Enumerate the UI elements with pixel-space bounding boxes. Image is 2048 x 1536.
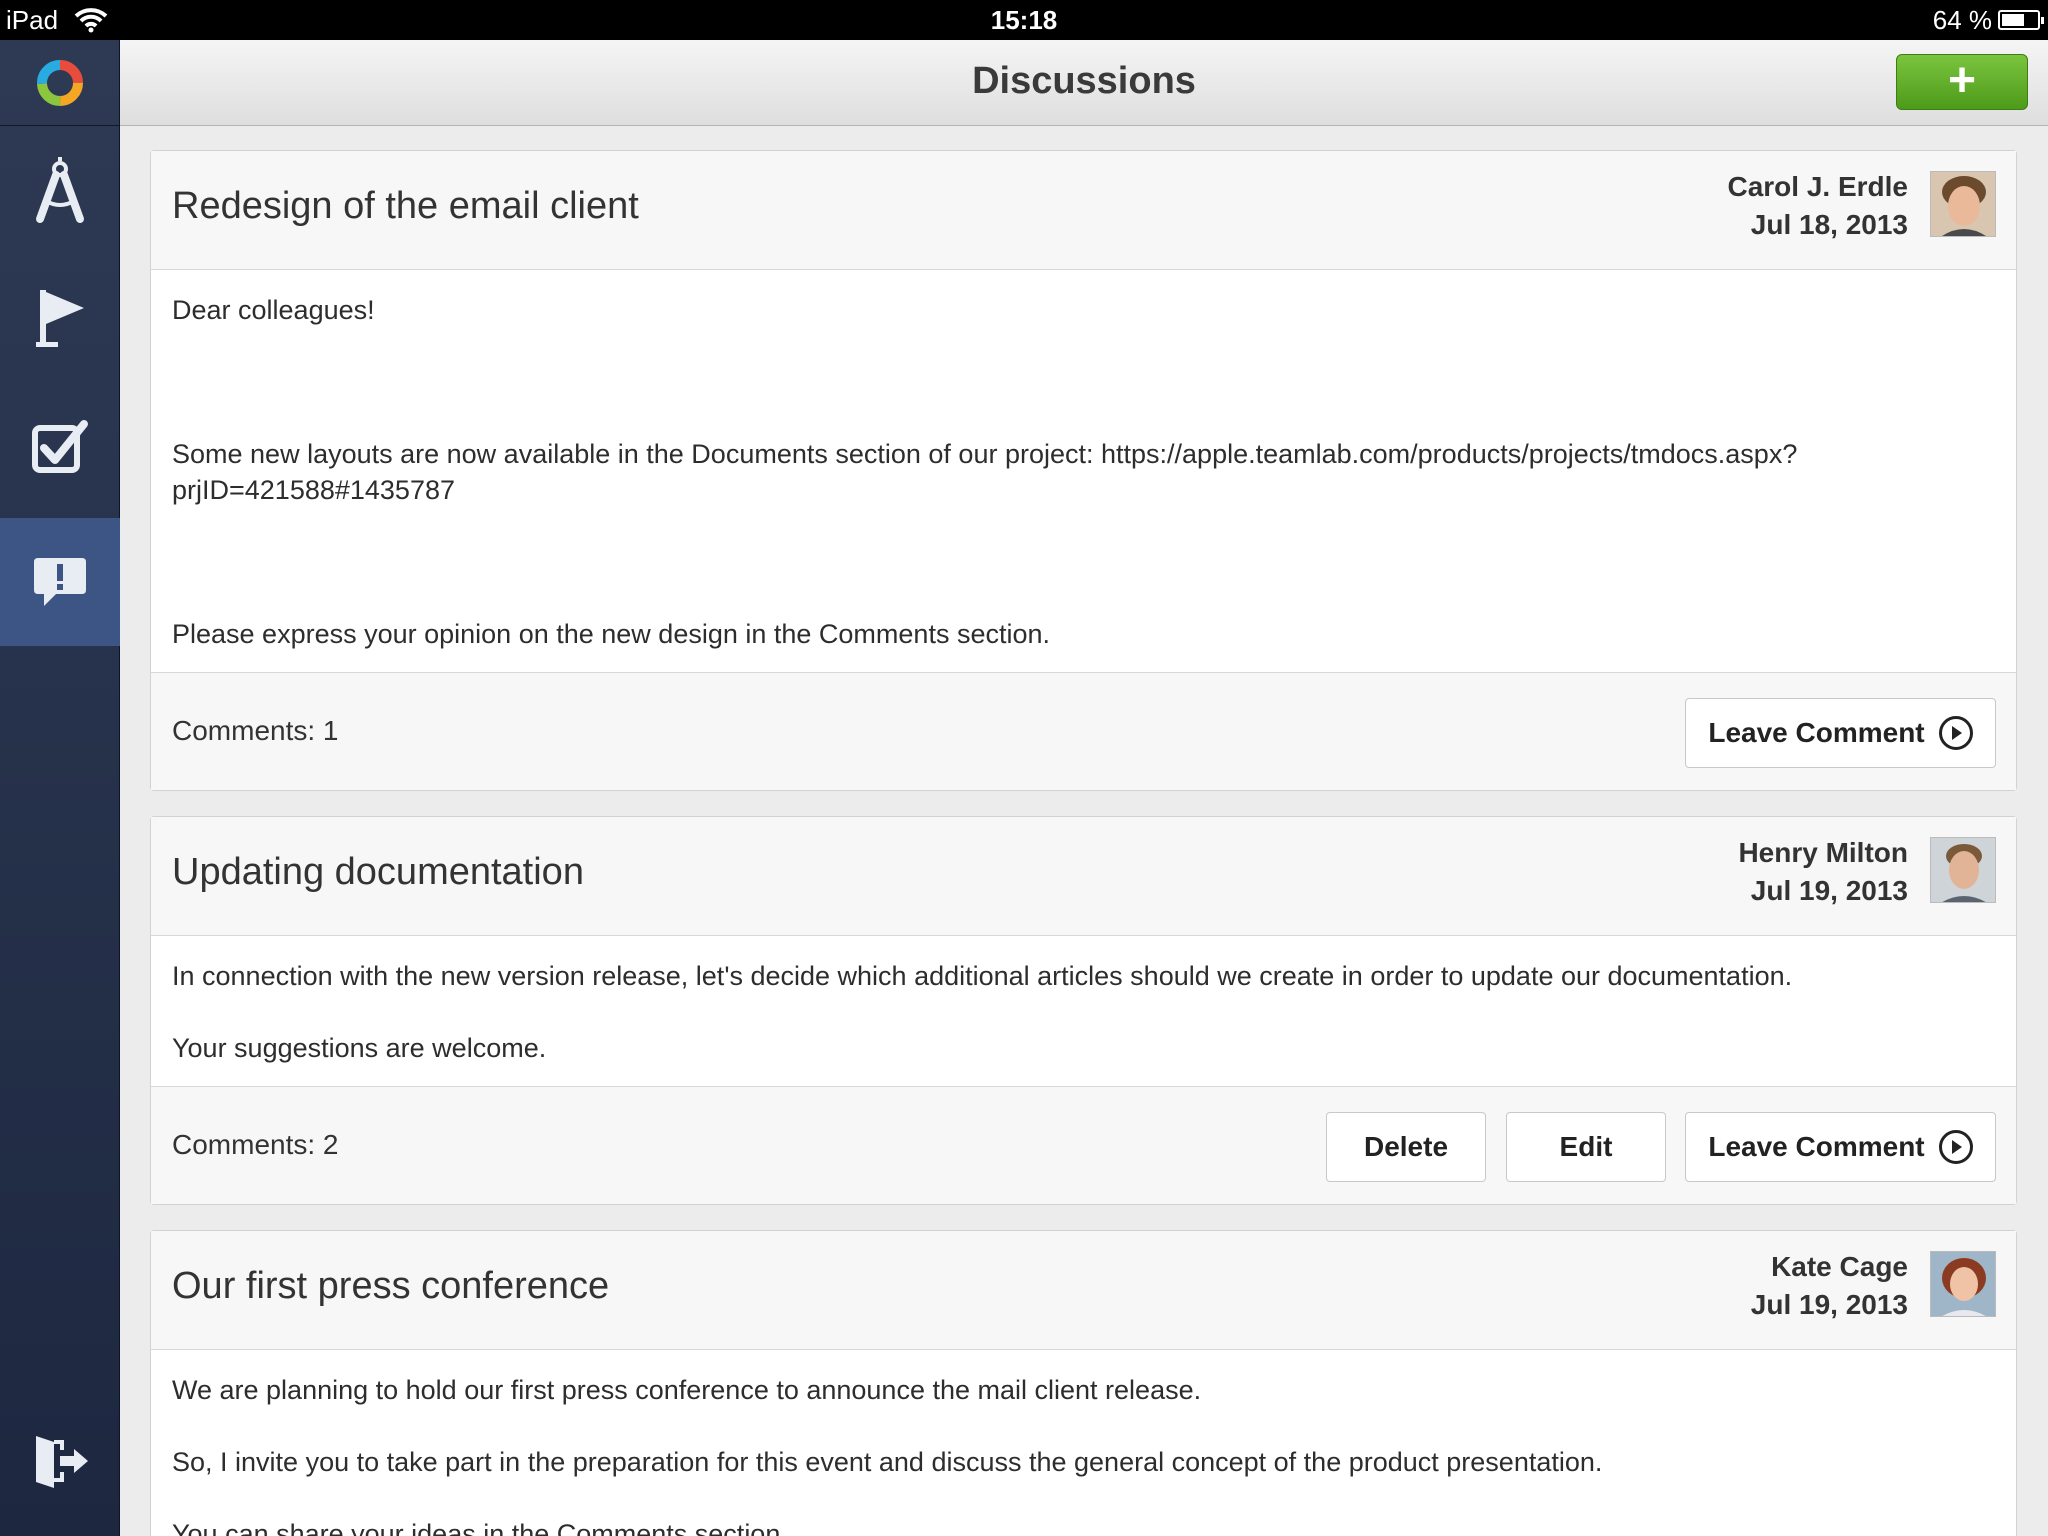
post-date: Jul 19, 2013 bbox=[1750, 1289, 1908, 1320]
post-date: Jul 19, 2013 bbox=[1750, 875, 1908, 906]
comments-count: Comments: 2 bbox=[172, 1129, 339, 1160]
discussion-title: Updating documentation bbox=[172, 851, 584, 893]
play-circle-icon bbox=[1938, 716, 1973, 750]
sidebar-item-projects[interactable] bbox=[0, 126, 120, 254]
body-paragraph: Some new layouts are now available in th… bbox=[172, 439, 1798, 505]
battery-icon bbox=[1998, 10, 2044, 30]
body-paragraph: Your suggestions are welcome. bbox=[172, 1033, 547, 1063]
battery-fill bbox=[2002, 14, 2024, 26]
edit-button[interactable]: Edit bbox=[1506, 1112, 1666, 1182]
leave-comment-label: Leave Comment bbox=[1708, 717, 1925, 748]
sidebar-item-discussions[interactable] bbox=[0, 518, 120, 646]
avatar bbox=[1930, 171, 1996, 237]
author-name: Henry Milton bbox=[1738, 837, 1908, 868]
sidebar-item-tasks[interactable] bbox=[0, 382, 120, 510]
discussion-card: Updating documentation Henry Milton Jul … bbox=[150, 816, 2017, 1205]
author-name: Kate Cage bbox=[1771, 1251, 1908, 1282]
body-paragraph: In connection with the new version relea… bbox=[172, 961, 1793, 991]
checkbox-icon bbox=[32, 420, 88, 473]
leave-comment-button[interactable]: Leave Comment bbox=[1685, 698, 1996, 768]
sidebar-item-milestones[interactable] bbox=[0, 254, 120, 382]
discussion-header[interactable]: Updating documentation Henry Milton Jul … bbox=[151, 817, 2016, 936]
logo-icon bbox=[37, 59, 83, 106]
clock: 15:18 bbox=[990, 5, 1058, 35]
flag-icon bbox=[36, 290, 84, 347]
discussion-footer: Comments: 2 Delete Edit Leave Comment bbox=[151, 1086, 2016, 1204]
discussion-card: Redesign of the email client Carol J. Er… bbox=[150, 150, 2017, 791]
discussion-body: Dear colleagues! Some new layouts are no… bbox=[151, 270, 2016, 672]
comments-count: Comments: 1 bbox=[172, 715, 339, 746]
author-name: Carol J. Erdle bbox=[1727, 171, 1908, 202]
delete-button[interactable]: Delete bbox=[1326, 1112, 1486, 1182]
body-paragraph: We are planning to hold our first press … bbox=[172, 1375, 1202, 1405]
body-paragraph: So, I invite you to take part in the pre… bbox=[172, 1447, 1603, 1477]
discussion-header[interactable]: Our first press conference Kate Cage Jul… bbox=[151, 1231, 2016, 1350]
body-paragraph: Dear colleagues! bbox=[172, 295, 375, 325]
discussion-card: Our first press conference Kate Cage Jul… bbox=[150, 1230, 2017, 1536]
discussion-title: Redesign of the email client bbox=[172, 185, 639, 227]
discussion-alert-icon bbox=[34, 558, 86, 606]
sidebar-item-logout[interactable] bbox=[0, 1396, 120, 1524]
status-bar: iPad 15:18 64 % bbox=[0, 0, 2048, 40]
add-discussion-button[interactable]: + bbox=[1896, 54, 2028, 110]
post-date: Jul 18, 2013 bbox=[1750, 209, 1908, 240]
discussion-body: We are planning to hold our first press … bbox=[151, 1350, 2016, 1536]
logout-icon bbox=[36, 1436, 88, 1488]
avatar bbox=[1930, 1251, 1996, 1317]
discussion-header[interactable]: Redesign of the email client Carol J. Er… bbox=[151, 151, 2016, 270]
body-paragraph: You can share your ideas in the Comments… bbox=[172, 1519, 788, 1536]
compass-icon bbox=[36, 157, 84, 223]
leave-comment-label: Leave Comment bbox=[1708, 1131, 1925, 1162]
battery-percent: 64 % bbox=[1932, 5, 1992, 35]
leave-comment-button[interactable]: Leave Comment bbox=[1685, 1112, 1996, 1182]
discussion-body: In connection with the new version relea… bbox=[151, 936, 2016, 1086]
page-title: Discussions bbox=[972, 60, 1196, 102]
discussion-title: Our first press conference bbox=[172, 1265, 610, 1307]
body-paragraph: Please express your opinion on the new d… bbox=[172, 619, 1051, 649]
avatar bbox=[1930, 837, 1996, 903]
nav-header: Discussions + bbox=[120, 40, 2048, 126]
sidebar bbox=[0, 40, 120, 1536]
discussion-footer: Comments: 1 Leave Comment bbox=[151, 672, 2016, 790]
discussion-list: Redesign of the email client Carol J. Er… bbox=[120, 126, 2048, 1536]
app-logo[interactable] bbox=[0, 40, 120, 126]
play-circle-icon bbox=[1938, 1130, 1973, 1164]
